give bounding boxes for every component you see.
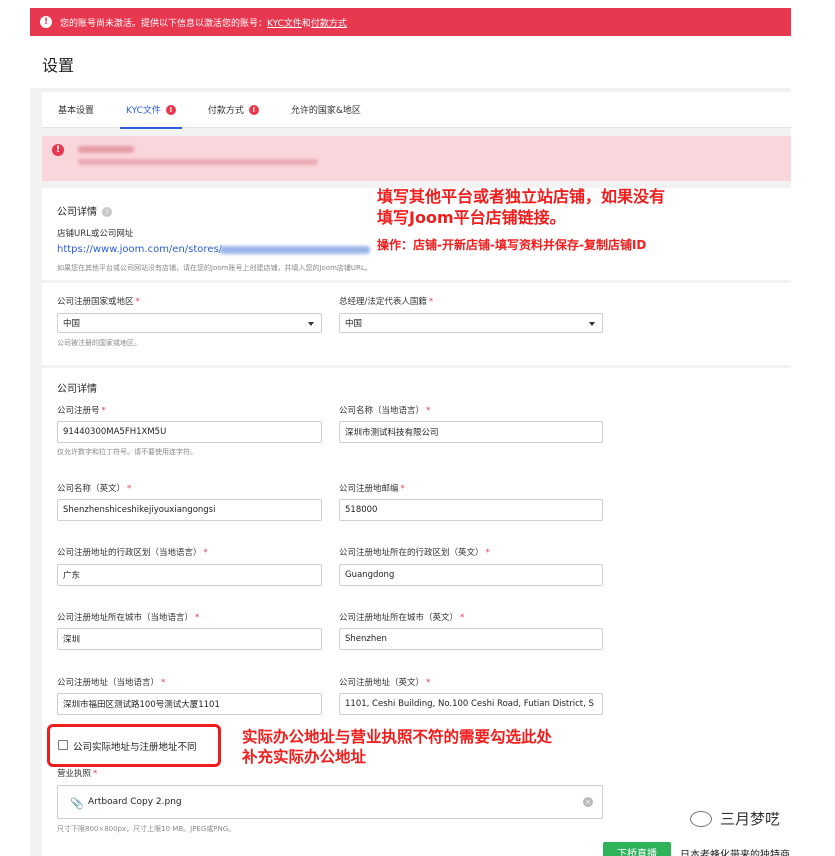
tab-payment-methods[interactable]: 付款方式! [192,92,275,128]
name-en-input[interactable]: Shenzhenshiceshikejiyouxiangongsi [57,499,322,521]
tab-basic-settings[interactable]: 基本设置 [42,92,110,128]
reg-no-hint: 仅允许数字和拉丁符号。请不要使用连字符。 [57,448,197,456]
license-file-field[interactable]: 📎 Artboard Copy 2.png × [57,785,603,819]
kyc-link[interactable]: KYC文件 [267,16,302,29]
annotation-steps: 操作：店铺-开新店铺-填写资料并保存-复制店铺ID [377,238,647,252]
tab-kyc-documents[interactable]: KYC文件! [110,92,192,129]
help-icon[interactable]: ? [102,207,112,217]
blurred-text [78,146,134,153]
alert-and: 和 [301,18,311,29]
watermark: 三月梦呓 [690,808,780,829]
warning-icon: ! [165,104,176,115]
payment-link[interactable]: 付款方式 [311,16,347,29]
store-url-value[interactable]: https://www.joom.com/en/stores/ [57,244,222,255]
city-local-label: 公司注册地址所在城市（当地语言） * [57,613,200,623]
addr-en-label: 公司注册地址（英文） * [339,678,431,688]
license-hint: 尺寸下限800×800px，尺寸上限10 MB。JPEG或PNG。 [57,825,236,833]
section-title: 公司详情? [57,203,112,218]
blurred-text [78,159,318,165]
account-inactive-alert: ! 您的账号尚未激活。提供以下信息以激活您的账号： KYC文件 和 付款方式 [30,8,791,36]
tab-allowed-regions[interactable]: 允许的国家&地区 [275,92,377,128]
exclamation-icon: ! [40,16,52,28]
section-title: 公司详情 [57,384,97,395]
name-local-label: 公司名称（当地语言） * [339,406,431,416]
addr-local-label: 公司注册地址（当地语言） * [57,678,166,688]
postcode-input[interactable]: 518000 [339,499,603,521]
warning-icon: ! [248,104,259,115]
reg-country-hint: 公司被注册的国家或地区。 [57,339,141,347]
reg-country-label: 公司注册国家或地区 * [57,297,140,307]
remove-file-icon[interactable]: × [583,797,593,807]
name-en-label: 公司名称（英文） * [57,484,132,494]
city-local-input[interactable]: 深圳 [57,628,322,650]
wechat-icon [690,810,712,827]
paperclip-icon: 📎 [70,797,84,810]
live-button[interactable]: 下桥直播 [603,842,671,856]
gm-nationality-label: 总经理/法定代表人国籍 * [339,297,434,307]
settings-tabs: 基本设置 KYC文件! 付款方式! 允许的国家&地区 [42,92,791,129]
different-address-label[interactable]: 公司实际地址与注册地址不同 [73,739,197,753]
city-en-label: 公司注册地址所在城市（英文） * [339,613,465,623]
chevron-down-icon [589,322,595,326]
kyc-status-alert: ! [42,136,791,181]
region-en-label: 公司注册地址所在的行政区划（英文） * [339,548,490,558]
license-file-name: Artboard Copy 2.png [88,797,182,807]
alert-text: 您的账号尚未激活。提供以下信息以激活您的账号： [60,18,268,29]
exclamation-icon: ! [52,144,64,156]
annotation-store-url: 填写其他平台或者独立站店铺，如果没有 填写Joom平台店铺链接。 [377,187,666,227]
store-url-hint: 如果您在其他平台或公司网站没有店铺，请在您的Joom账号上创建店铺，并填入您的J… [57,264,372,272]
chevron-down-icon [308,322,314,326]
reg-no-label: 公司注册号 * [57,406,106,416]
addr-en-input[interactable]: 1101, Ceshi Building, No.100 Ceshi Road,… [339,693,603,715]
store-url-label: 店铺URL或公司网址 [57,229,134,239]
reg-country-select[interactable]: 中国 [57,313,322,333]
region-local-input[interactable]: 广东 [57,564,322,586]
license-label: 营业执照 * [57,769,98,779]
annotation-address: 实际办公地址与营业执照不符的需要勾选此处 补充实际办公地址 [242,728,553,766]
region-local-label: 公司注册地址的行政区划（当地语言） * [57,548,208,558]
gm-nationality-select[interactable]: 中国 [339,313,603,333]
page-title: 设置 [42,56,75,75]
reg-no-input[interactable]: 91440300MA5FH1XM5U [57,421,322,443]
bottom-text: 日本老蜂化带来的独特商 [680,850,790,856]
addr-local-input[interactable]: 深圳市福田区测试路100号测试大厦1101 [57,693,322,715]
city-en-input[interactable]: Shenzhen [339,628,603,650]
different-address-checkbox[interactable] [58,740,68,750]
blurred-store-id [220,246,370,254]
postcode-label: 公司注册地邮编 * [339,484,405,494]
name-local-input[interactable]: 深圳市测试科技有限公司 [339,421,603,443]
region-en-input[interactable]: Guangdong [339,564,603,586]
